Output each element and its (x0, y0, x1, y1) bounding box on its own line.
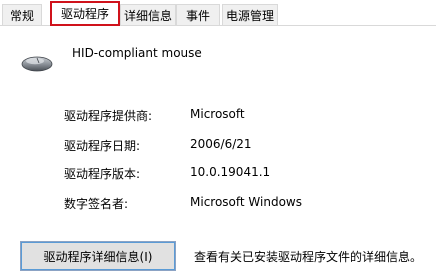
signer-value: Microsoft Windows (190, 195, 302, 209)
version-value: 10.0.19041.1 (190, 165, 271, 179)
provider-label: 驱动程序提供商: (64, 109, 153, 123)
version-label: 驱动程序版本: (64, 167, 141, 181)
tab-general[interactable]: 常规 (2, 4, 42, 25)
tab-strip: 常规 驱动程序 详细信息 事件 电源管理 (0, 0, 436, 26)
provider-value: Microsoft (190, 107, 245, 121)
mouse-icon (21, 56, 53, 72)
driver-details-button[interactable]: 驱动程序详细信息(I) (20, 241, 176, 271)
date-label: 驱动程序日期: (64, 139, 141, 153)
tab-driver[interactable]: 驱动程序 (50, 1, 120, 26)
driver-details-description: 查看有关已安装驱动程序文件的详细信息。 (194, 250, 423, 264)
tab-events[interactable]: 事件 (176, 4, 220, 25)
tab-power-management[interactable]: 电源管理 (222, 4, 278, 25)
date-value: 2006/6/21 (190, 137, 252, 151)
tab-details[interactable]: 详细信息 (120, 4, 176, 25)
signer-label: 数字签名者: (64, 197, 129, 211)
device-name: HID-compliant mouse (72, 46, 202, 60)
